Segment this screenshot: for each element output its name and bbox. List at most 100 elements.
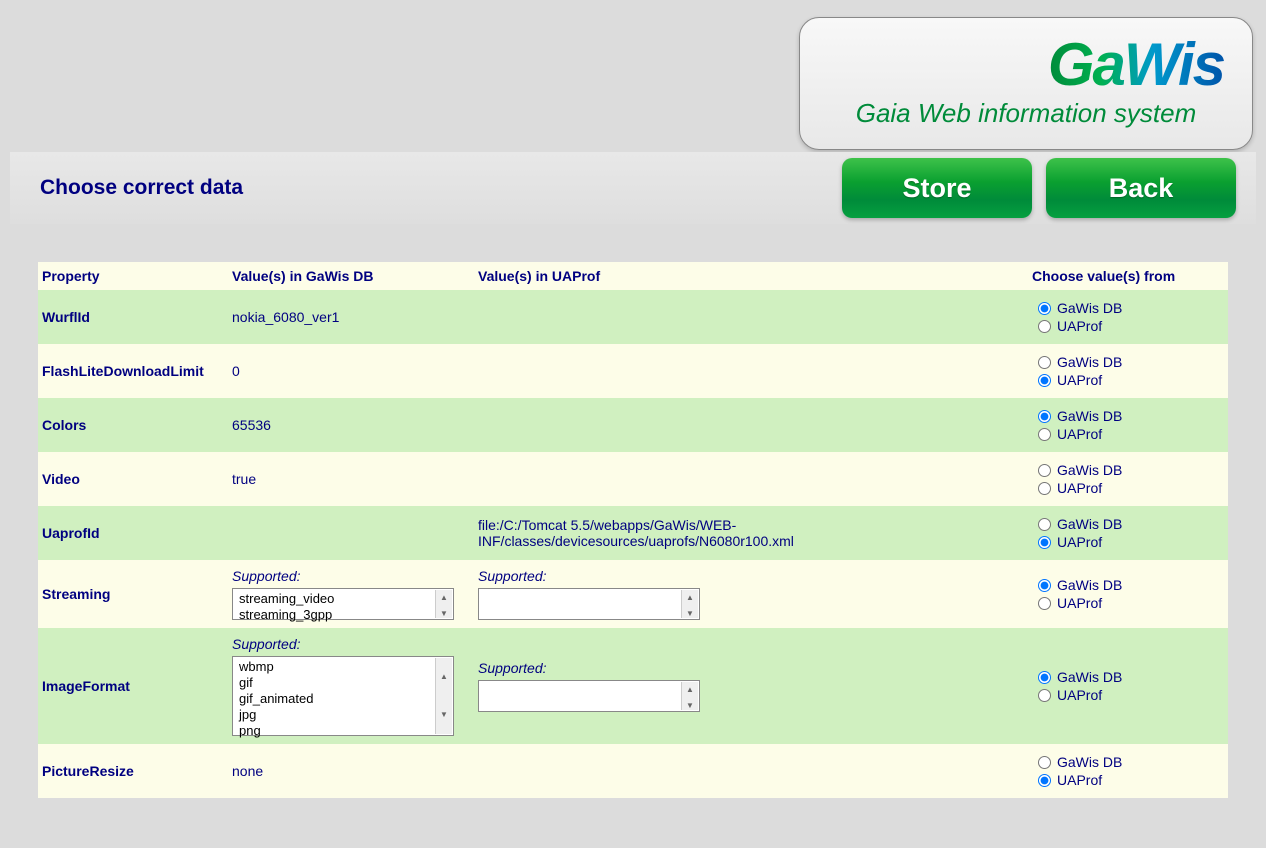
store-button[interactable]: Store	[842, 158, 1032, 218]
choose-cell: GaWis DB UAProf	[1028, 344, 1228, 398]
supported-label: Supported:	[478, 660, 1024, 676]
choose-cell: GaWis DB UAProf	[1028, 398, 1228, 452]
spinner-down-icon[interactable]: ▼	[682, 606, 698, 622]
spinner-up-icon[interactable]: ▲	[436, 658, 452, 696]
gawis-listbox[interactable]: streaming_videostreaming_3gpp▲▼	[232, 588, 454, 620]
choice-radio-gawis[interactable]	[1038, 302, 1051, 315]
uaprof-listbox[interactable]: ▲▼	[478, 588, 700, 620]
choice-option: GaWis DB	[1038, 354, 1224, 370]
choose-cell: GaWis DB UAProf	[1028, 506, 1228, 560]
choice-radio-uaprof[interactable]	[1038, 536, 1051, 549]
choice-label: UAProf	[1057, 480, 1102, 496]
choice-option: GaWis DB	[1038, 754, 1224, 770]
choice-radio-gawis[interactable]	[1038, 579, 1051, 592]
choice-label: UAProf	[1057, 534, 1102, 550]
choice-label: GaWis DB	[1057, 408, 1122, 424]
scroll-spinner[interactable]: ▲▼	[681, 682, 698, 710]
choice-radio-uaprof[interactable]	[1038, 428, 1051, 441]
spinner-down-icon[interactable]: ▼	[436, 696, 452, 734]
scroll-spinner[interactable]: ▲▼	[435, 590, 452, 618]
spinner-up-icon[interactable]: ▲	[682, 590, 698, 606]
header-bar: Choose correct data Store Back	[10, 152, 1256, 224]
gawis-value-cell	[228, 506, 474, 560]
scroll-spinner[interactable]: ▲▼	[681, 590, 698, 618]
gawis-listbox[interactable]: wbmpgifgif_animatedjpgpng▲▼	[232, 656, 454, 736]
app-logo: GaWis Gaia Web information system	[799, 17, 1253, 150]
choose-cell: GaWis DB UAProf	[1028, 744, 1228, 798]
choice-radio-uaprof[interactable]	[1038, 320, 1051, 333]
choose-cell: GaWis DB UAProf	[1028, 628, 1228, 744]
choice-label: UAProf	[1057, 426, 1102, 442]
choice-label: GaWis DB	[1057, 754, 1122, 770]
choose-cell: GaWis DB UAProf	[1028, 560, 1228, 628]
property-cell: Video	[38, 452, 228, 506]
table-row: UaprofIdfile:/C:/Tomcat 5.5/webapps/GaWi…	[38, 506, 1228, 560]
choice-radio-gawis[interactable]	[1038, 410, 1051, 423]
property-cell: PictureResize	[38, 744, 228, 798]
property-cell: ImageFormat	[38, 628, 228, 744]
property-cell: Colors	[38, 398, 228, 452]
property-cell: Streaming	[38, 560, 228, 628]
choice-option: GaWis DB	[1038, 516, 1224, 532]
choice-option: GaWis DB	[1038, 462, 1224, 478]
data-table-area: Property Value(s) in GaWis DB Value(s) i…	[38, 262, 1228, 798]
choice-radio-gawis[interactable]	[1038, 464, 1051, 477]
spinner-up-icon[interactable]: ▲	[682, 682, 698, 698]
spinner-down-icon[interactable]: ▼	[682, 698, 698, 714]
choice-radio-gawis[interactable]	[1038, 518, 1051, 531]
choice-radio-uaprof[interactable]	[1038, 689, 1051, 702]
col-property: Property	[38, 262, 228, 290]
choice-radio-uaprof[interactable]	[1038, 774, 1051, 787]
choice-label: GaWis DB	[1057, 300, 1122, 316]
supported-label: Supported:	[232, 636, 470, 652]
choice-option: UAProf	[1038, 318, 1224, 334]
choice-option: UAProf	[1038, 772, 1224, 788]
table-row: ImageFormatSupported:wbmpgifgif_animated…	[38, 628, 1228, 744]
scroll-spinner[interactable]: ▲▼	[435, 658, 452, 734]
supported-label: Supported:	[478, 568, 1024, 584]
choice-label: UAProf	[1057, 318, 1102, 334]
choice-radio-uaprof[interactable]	[1038, 597, 1051, 610]
uaprof-value-cell: Supported: ▲▼	[474, 560, 1028, 628]
choice-label: UAProf	[1057, 595, 1102, 611]
gawis-value-cell: none	[228, 744, 474, 798]
gawis-value-cell: Supported: streaming_videostreaming_3gpp▲…	[228, 560, 474, 628]
col-gawis: Value(s) in GaWis DB	[228, 262, 474, 290]
choice-radio-uaprof[interactable]	[1038, 482, 1051, 495]
back-button[interactable]: Back	[1046, 158, 1236, 218]
choice-option: UAProf	[1038, 426, 1224, 442]
spinner-down-icon[interactable]: ▼	[436, 606, 452, 622]
choice-radio-gawis[interactable]	[1038, 356, 1051, 369]
uaprof-value-cell	[474, 398, 1028, 452]
choose-cell: GaWis DB UAProf	[1028, 452, 1228, 506]
choice-option: UAProf	[1038, 480, 1224, 496]
gawis-value-cell: Supported: wbmpgifgif_animatedjpgpng▲▼	[228, 628, 474, 744]
col-choose: Choose value(s) from	[1028, 262, 1228, 290]
choice-label: GaWis DB	[1057, 669, 1122, 685]
table-row: FlashLiteDownloadLimit0GaWis DBUAProf	[38, 344, 1228, 398]
choice-option: UAProf	[1038, 372, 1224, 388]
gawis-value-cell: 65536	[228, 398, 474, 452]
data-table: Property Value(s) in GaWis DB Value(s) i…	[38, 262, 1228, 798]
table-row: Videotrue GaWis DB UAProf	[38, 452, 1228, 506]
choice-radio-gawis[interactable]	[1038, 671, 1051, 684]
page: GaWis Gaia Web information system Choose…	[0, 0, 1266, 848]
choose-cell: GaWis DB UAProf	[1028, 290, 1228, 344]
uaprof-value-cell	[474, 344, 1028, 398]
choice-radio-gawis[interactable]	[1038, 756, 1051, 769]
gawis-value-cell: true	[228, 452, 474, 506]
uaprof-value-cell: file:/C:/Tomcat 5.5/webapps/GaWis/WEB-IN…	[474, 506, 1028, 560]
choice-option: UAProf	[1038, 687, 1224, 703]
uaprof-value-cell	[474, 290, 1028, 344]
choice-label: UAProf	[1057, 772, 1102, 788]
choice-label: GaWis DB	[1057, 516, 1122, 532]
table-header-row: Property Value(s) in GaWis DB Value(s) i…	[38, 262, 1228, 290]
supported-label: Supported:	[232, 568, 470, 584]
uaprof-listbox[interactable]: ▲▼	[478, 680, 700, 712]
choice-option: GaWis DB	[1038, 577, 1224, 593]
spinner-up-icon[interactable]: ▲	[436, 590, 452, 606]
choice-option: GaWis DB	[1038, 669, 1224, 685]
choice-radio-uaprof[interactable]	[1038, 374, 1051, 387]
header-buttons: Store Back	[842, 158, 1236, 218]
uaprof-value-cell	[474, 452, 1028, 506]
